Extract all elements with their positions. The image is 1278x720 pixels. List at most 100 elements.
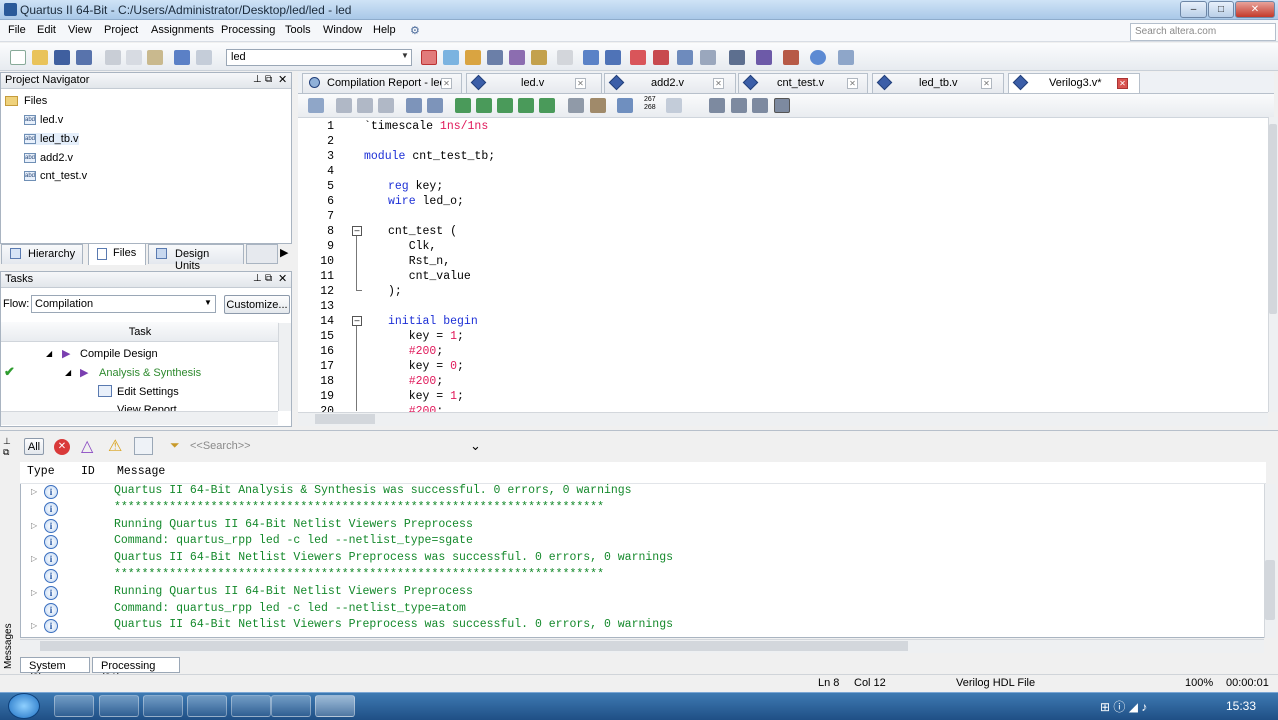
scroll-tabs-right-icon[interactable]: ▶ (280, 246, 288, 259)
collapse-icon[interactable]: ◢ (46, 349, 52, 358)
expand-icon[interactable]: ▷ (31, 487, 37, 496)
code-line[interactable]: Clk, (388, 240, 437, 253)
code-line[interactable]: key = 1; (388, 390, 464, 403)
chevron-down-icon[interactable]: ▼ (401, 51, 409, 60)
hscroll-thumb[interactable] (315, 414, 375, 424)
menu-assignments[interactable]: Assignments (151, 24, 214, 36)
top-level-entity-select[interactable]: led (226, 49, 412, 66)
code-line[interactable]: cnt_test ( (388, 225, 457, 238)
analysis-synthesis-icon[interactable] (605, 50, 621, 65)
split-view-icon[interactable] (752, 98, 768, 113)
message-row[interactable]: Quartus II 64-Bit Netlist Viewers Prepro… (114, 551, 673, 564)
fold-icon[interactable]: – (352, 316, 362, 326)
next-bookmark-icon[interactable] (497, 98, 513, 113)
menu-window[interactable]: Window (323, 24, 362, 36)
save-icon[interactable] (54, 50, 70, 65)
taskbar-excel-icon[interactable] (143, 695, 183, 717)
play-icon[interactable]: ▶ (80, 366, 88, 379)
undo-icon[interactable] (174, 50, 190, 65)
message-row[interactable]: Running Quartus II 64-Bit Netlist Viewer… (114, 585, 473, 598)
taskbar-window-icon[interactable] (187, 695, 227, 717)
expand-icon[interactable]: ▷ (31, 554, 37, 563)
filter-all-button[interactable]: All (24, 438, 44, 455)
save-all-icon[interactable] (76, 50, 92, 65)
find-icon[interactable] (336, 98, 352, 113)
bookmark-icon[interactable] (476, 98, 492, 113)
help-assistant-icon[interactable]: ⚙ (410, 24, 420, 37)
close-window-button[interactable]: ✕ (1235, 1, 1275, 18)
expand-icon[interactable]: ▷ (31, 588, 37, 597)
menu-help[interactable]: Help (373, 24, 396, 36)
menu-file[interactable]: File (8, 24, 26, 36)
chevron-down-icon[interactable]: ▼ (204, 298, 212, 307)
tasks-hscrollbar[interactable] (1, 411, 278, 425)
panel-controls[interactable]: ⊥ ⧉ (3, 436, 17, 466)
fold-icon[interactable]: – (352, 226, 362, 236)
code-line[interactable]: #200; (388, 375, 444, 388)
unindent-icon[interactable] (427, 98, 443, 113)
message-row[interactable]: ****************************************… (114, 501, 604, 514)
message-row[interactable]: Running Quartus II 64-Bit Netlist Viewer… (114, 518, 473, 531)
flow-select[interactable]: Compilation (31, 295, 216, 313)
start-button-icon[interactable] (8, 693, 40, 719)
find-next-icon[interactable] (357, 98, 373, 113)
settings-icon[interactable] (465, 50, 481, 65)
chevron-down-icon[interactable]: ⌄ (470, 438, 481, 454)
taskbar-explorer-icon[interactable] (54, 695, 94, 717)
start-compilation-icon[interactable] (583, 50, 599, 65)
code-line[interactable]: #200; (388, 345, 444, 358)
help-icon[interactable] (810, 50, 826, 65)
task-compile-design[interactable]: Compile Design (80, 348, 158, 360)
assignment-editor-icon[interactable] (443, 50, 459, 65)
taskbar-app-icon[interactable] (231, 695, 271, 717)
taskbar-firefox-icon[interactable] (99, 695, 139, 717)
full-screen-icon[interactable] (774, 98, 790, 113)
taskbar-quartus-icon[interactable] (315, 695, 355, 717)
taskbar-settings-icon[interactable] (271, 695, 311, 717)
menu-project[interactable]: Project (104, 24, 138, 36)
task-edit-settings[interactable]: Edit Settings (117, 386, 179, 398)
pin-planner-icon[interactable] (421, 50, 437, 65)
expand-icon[interactable]: ▷ (31, 621, 37, 630)
tab-system-messages[interactable]: System (8) (20, 657, 90, 684)
warning-filter-icon[interactable]: ⚠ (108, 436, 122, 456)
message-search-input[interactable]: <<Search>> (190, 440, 251, 452)
attach-icon[interactable] (568, 98, 584, 113)
megawizard-icon[interactable] (783, 50, 799, 65)
redo-icon[interactable] (196, 50, 212, 65)
stop-processing-icon[interactable] (557, 50, 573, 65)
filter-funnel-icon[interactable]: ⏷ (170, 438, 180, 453)
suppress-filter-icon[interactable] (134, 437, 153, 455)
language-template-icon[interactable] (590, 98, 606, 113)
toggle-view-icon[interactable] (731, 98, 747, 113)
pin-icon[interactable]: ⊥ (253, 74, 262, 85)
menu-tools[interactable]: Tools (285, 24, 311, 36)
tab-add2-v[interactable]: add2.v ✕ (604, 73, 736, 93)
maximize-button[interactable]: □ (1208, 1, 1234, 18)
chip-planner-icon[interactable] (487, 50, 503, 65)
tab-cnt-test-v[interactable]: cnt_test.v ✕ (738, 73, 868, 93)
code-line[interactable]: key = 0; (388, 360, 464, 373)
paste-icon[interactable] (147, 50, 163, 65)
tab-overflow[interactable] (246, 244, 278, 264)
file-cnt-test-v[interactable]: abd cnt_test.v (24, 170, 87, 182)
scroll-thumb[interactable] (1269, 124, 1277, 314)
float-icon[interactable]: ⧉ (265, 273, 272, 284)
customize-button[interactable]: Customize... (224, 295, 290, 314)
message-row[interactable]: Quartus II 64-Bit Netlist Viewers Prepro… (114, 618, 673, 631)
column-message[interactable]: Message (117, 465, 165, 478)
clear-bookmarks-icon[interactable] (518, 98, 534, 113)
expand-icon[interactable]: ▷ (31, 521, 37, 530)
menu-view[interactable]: View (68, 24, 92, 36)
scroll-thumb[interactable] (1265, 560, 1275, 620)
float-icon[interactable]: ⧉ (265, 74, 272, 85)
file-led-v[interactable]: abd led.v (24, 114, 63, 126)
spellcheck-icon[interactable] (666, 98, 682, 113)
timequest-icon[interactable] (630, 50, 646, 65)
copy-icon[interactable] (126, 50, 142, 65)
file-add2-v[interactable]: abd add2.v (24, 152, 73, 164)
message-row[interactable]: Command: quartus_rpp led -c led --netlis… (114, 534, 473, 547)
go-to-line-icon[interactable] (709, 98, 725, 113)
indent-icon[interactable] (406, 98, 422, 113)
close-icon[interactable]: ✕ (278, 272, 287, 285)
